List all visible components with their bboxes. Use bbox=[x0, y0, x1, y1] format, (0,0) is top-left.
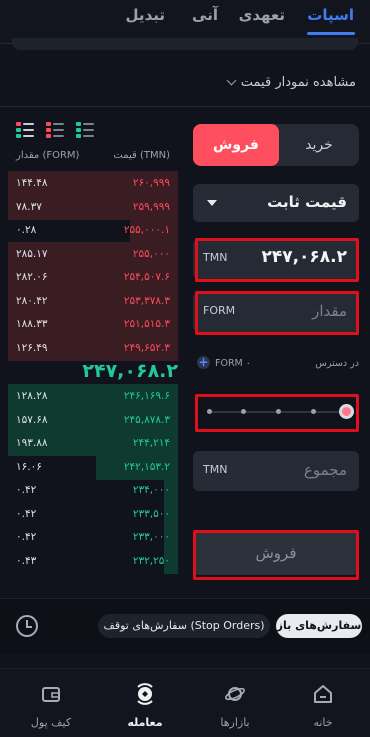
divider bbox=[0, 106, 370, 107]
active-tab-indicator bbox=[307, 32, 355, 35]
header-strip bbox=[12, 38, 358, 50]
highlight-box bbox=[195, 238, 359, 282]
ask-row[interactable]: ۱۲۶.۴۹ ۲۴۹,۶۵۲.۳ bbox=[8, 335, 178, 361]
nav-home-label: خانه bbox=[313, 716, 333, 729]
bid-price: ۲۴۲,۱۵۳.۲ bbox=[123, 460, 170, 473]
bid-price: ۲۳۲,۲۵۰ bbox=[132, 554, 170, 567]
ask-price: ۲۶۰,۹۹۹ bbox=[132, 177, 170, 189]
bid-row[interactable]: ۰.۴۲ ۲۳۴,۰۰۰ bbox=[8, 478, 178, 503]
bid-row[interactable]: ۱۶.۰۶ ۲۴۲,۱۵۳.۲ bbox=[8, 454, 178, 480]
bid-row[interactable]: ۱۵۷.۶۸ ۲۴۵,۸۷۸.۳ bbox=[8, 407, 178, 433]
last-price: ۲۴۷,۰۶۸.۲ bbox=[82, 360, 178, 382]
book-asks-icon[interactable] bbox=[46, 122, 64, 138]
order-type-select[interactable]: قیمت ثابت bbox=[193, 184, 359, 222]
nav-markets[interactable]: بازارها bbox=[198, 677, 272, 730]
chart-toggle-label: مشاهده نمودار قیمت bbox=[240, 74, 356, 90]
ask-row[interactable]: ۱۸۸.۳۳ ۲۵۱,۵۱۵.۳ bbox=[8, 312, 178, 337]
available-balance: + FORM ۰ در دسترس bbox=[193, 356, 359, 372]
ask-row[interactable]: ۰.۲۸ ۲۵۵,۰۰۰.۱ bbox=[8, 218, 178, 243]
bid-amount: ۰.۴۲ bbox=[16, 531, 37, 543]
bottom-nav: خانه بازارها معامله کیف پول bbox=[0, 668, 370, 737]
bid-price: ۲۳۳,۰۰۰ bbox=[132, 531, 170, 543]
ask-amount: ۷۸.۳۷ bbox=[16, 200, 42, 213]
total-field[interactable]: TMN مجموع bbox=[193, 451, 359, 491]
orderbook-price-header: قیمت (TMN) bbox=[113, 150, 170, 161]
nav-wallet[interactable]: کیف پول bbox=[14, 677, 88, 730]
bid-amount: ۱۲۸.۲۸ bbox=[16, 390, 48, 402]
ask-amount: ۲۸۲.۰۶ bbox=[16, 271, 48, 283]
orderbook-view-switcher bbox=[16, 122, 94, 138]
bid-price: ۲۳۳,۵۰۰ bbox=[132, 507, 170, 520]
chevron-down-icon bbox=[226, 75, 237, 85]
nav-home[interactable]: خانه bbox=[286, 677, 360, 730]
open-orders-tab[interactable]: سفارش‌های باز bbox=[276, 614, 362, 638]
bid-row[interactable]: ۱۲۸.۲۸ ۲۴۶,۱۶۹.۶ bbox=[8, 384, 178, 409]
stop-orders-tab[interactable]: سفارش‌های توقف (Stop Orders) bbox=[98, 614, 270, 638]
ask-price: ۲۵۴,۵۰۷.۶ bbox=[123, 271, 170, 283]
buy-tab[interactable]: خرید bbox=[279, 124, 359, 166]
bid-amount: ۱۶.۰۶ bbox=[16, 460, 42, 473]
ask-amount: ۲۸۰.۴۲ bbox=[16, 294, 48, 307]
ask-price: ۲۵۳,۳۷۸.۳ bbox=[123, 294, 170, 307]
bid-amount: ۱۵۷.۶۸ bbox=[16, 413, 48, 426]
ask-price: ۲۵۵,۰۰۰ bbox=[132, 247, 170, 260]
bid-amount: ۰.۴۳ bbox=[16, 554, 37, 567]
highlight-box bbox=[195, 394, 359, 432]
bid-price: ۲۳۴,۰۰۰ bbox=[132, 484, 170, 496]
order-type-label: قیمت ثابت bbox=[267, 193, 347, 211]
sell-tab[interactable]: فروش bbox=[193, 124, 279, 166]
ask-amount: ۱۴۴.۴۸ bbox=[16, 177, 48, 189]
ask-row[interactable]: ۱۴۴.۴۸ ۲۶۰,۹۹۹ bbox=[8, 171, 178, 196]
bid-row[interactable]: ۰.۴۳ ۲۳۲,۲۵۰ bbox=[8, 548, 178, 574]
bid-price: ۲۴۶,۱۶۹.۶ bbox=[123, 390, 170, 402]
ask-amount: ۰.۲۸ bbox=[16, 224, 37, 236]
bid-row[interactable]: ۱۹۳.۸۸ ۲۴۴,۲۱۴ bbox=[8, 431, 178, 456]
ask-row[interactable]: ۲۸۰.۴۲ ۲۵۳,۳۷۸.۳ bbox=[8, 288, 178, 314]
orderbook-amount-header: مقدار (FORM) bbox=[16, 150, 80, 161]
ask-row[interactable]: ۲۸۵.۱۷ ۲۵۵,۰۰۰ bbox=[8, 241, 178, 267]
nav-markets-label: بازارها bbox=[220, 716, 250, 729]
orders-bar: سفارش‌های باز سفارش‌های توقف (Stop Order… bbox=[0, 598, 370, 654]
bid-row[interactable]: ۰.۴۲ ۲۳۳,۰۰۰ bbox=[8, 525, 178, 550]
bid-amount: ۰.۴۲ bbox=[16, 507, 37, 520]
ask-price: ۲۵۱,۵۱۵.۳ bbox=[123, 318, 170, 330]
available-label: در دسترس bbox=[315, 358, 359, 369]
trade-icon bbox=[134, 683, 156, 705]
nav-wallet-label: کیف پول bbox=[30, 716, 72, 729]
ask-amount: ۱۲۶.۴۹ bbox=[16, 341, 48, 354]
side-switch: خرید فروش bbox=[193, 124, 359, 166]
tab-convert[interactable]: تبدیل bbox=[126, 6, 165, 24]
history-icon[interactable] bbox=[16, 615, 38, 637]
book-bids-icon[interactable] bbox=[76, 122, 94, 138]
tab-instant[interactable]: آنی bbox=[192, 6, 218, 24]
planet-icon bbox=[224, 683, 246, 705]
wallet-icon bbox=[40, 683, 62, 705]
home-icon bbox=[312, 683, 334, 705]
highlight-box bbox=[193, 530, 359, 580]
ask-row[interactable]: ۷۸.۳۷ ۲۵۹,۹۹۹ bbox=[8, 194, 178, 220]
ask-amount: ۲۸۵.۱۷ bbox=[16, 247, 48, 260]
tab-margin[interactable]: تعهدی bbox=[239, 6, 285, 24]
bid-amount: ۱۹۳.۸۸ bbox=[16, 437, 48, 449]
tab-spot[interactable]: اسپات bbox=[307, 6, 354, 24]
bid-price: ۲۴۵,۸۷۸.۳ bbox=[123, 413, 170, 426]
bid-amount: ۰.۴۲ bbox=[16, 484, 37, 496]
bid-price: ۲۴۴,۲۱۴ bbox=[132, 437, 170, 449]
ask-price: ۲۵۹,۹۹۹ bbox=[132, 200, 170, 213]
caret-down-icon bbox=[207, 200, 217, 206]
nav-trade-label: معامله bbox=[127, 716, 163, 729]
total-placeholder: مجموع bbox=[303, 461, 347, 479]
highlight-box bbox=[195, 291, 359, 335]
nav-trade[interactable]: معامله bbox=[108, 677, 182, 730]
ask-price: ۲۴۹,۶۵۲.۳ bbox=[123, 341, 170, 354]
book-both-icon[interactable] bbox=[16, 122, 34, 138]
ask-row[interactable]: ۲۸۲.۰۶ ۲۵۴,۵۰۷.۶ bbox=[8, 265, 178, 290]
bid-row[interactable]: ۰.۴۲ ۲۳۳,۵۰۰ bbox=[8, 501, 178, 527]
chart-toggle[interactable]: مشاهده نمودار قیمت bbox=[226, 70, 356, 94]
total-unit: TMN bbox=[203, 463, 228, 476]
ask-amount: ۱۸۸.۳۳ bbox=[16, 318, 48, 330]
available-amount: FORM ۰ bbox=[215, 358, 251, 369]
add-funds-icon[interactable]: + bbox=[197, 356, 210, 369]
ask-price: ۲۵۵,۰۰۰.۱ bbox=[123, 224, 170, 236]
